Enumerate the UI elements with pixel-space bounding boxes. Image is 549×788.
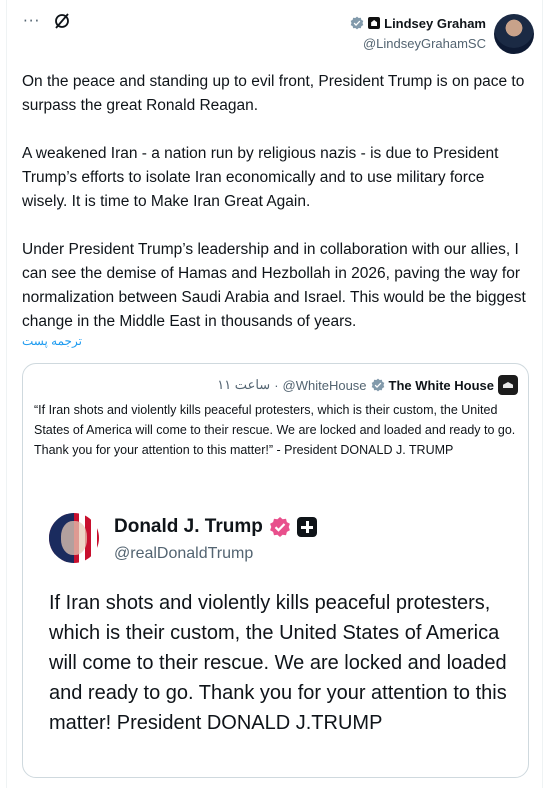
more-options-icon[interactable]: ··· <box>23 12 40 30</box>
author-avatar[interactable] <box>494 14 534 54</box>
quote-time[interactable]: ساعت ١١ <box>217 377 270 393</box>
author-handle[interactable]: @LindseyGrahamSC <box>350 36 486 51</box>
author-name-row: Lindsey Graham <box>350 14 486 32</box>
quoted-tweet[interactable]: ساعت ١١ · @WhiteHouse The White House “I… <box>22 363 529 778</box>
quote-media-image[interactable]: Donald J. Trump @realDonaldTrump If Iran… <box>34 500 521 769</box>
verified-badge-icon <box>269 517 290 537</box>
author-info: Lindsey Graham @LindseyGrahamSC <box>350 14 486 51</box>
tweet-text: On the peace and standing up to evil fro… <box>22 73 526 330</box>
verified-badge-icon <box>350 16 364 30</box>
media-post-text: If Iran shots and violently kills peacef… <box>49 592 507 734</box>
us-government-icon <box>368 17 381 29</box>
media-author-avatar <box>49 513 99 563</box>
tweet-header: ··· Lindsey Graham @LindseyGrahamSC <box>7 0 542 62</box>
media-author-handle: @realDonaldTrump <box>114 545 254 562</box>
verified-badge-icon <box>371 378 384 392</box>
tweet-detail: ··· Lindsey Graham @LindseyGrahamSC On t… <box>6 0 543 788</box>
media-name-row: Donald J. Trump <box>114 516 317 538</box>
translate-post-link[interactable]: ترجمه پست <box>22 334 82 348</box>
quote-author-name: The White House <box>388 377 494 393</box>
media-author-name: Donald J. Trump <box>114 516 263 537</box>
author-name[interactable]: Lindsey Graham <box>384 16 486 31</box>
quote-separator: · <box>274 377 279 393</box>
quote-author-handle: @WhiteHouse <box>282 377 367 393</box>
grok-icon[interactable] <box>53 12 71 30</box>
quote-author-avatar <box>498 375 518 395</box>
plus-square-icon <box>296 517 317 537</box>
quote-text: “If Iran shots and violently kills peace… <box>34 403 516 457</box>
quote-header: ساعت ١١ · @WhiteHouse The White House <box>217 375 518 395</box>
